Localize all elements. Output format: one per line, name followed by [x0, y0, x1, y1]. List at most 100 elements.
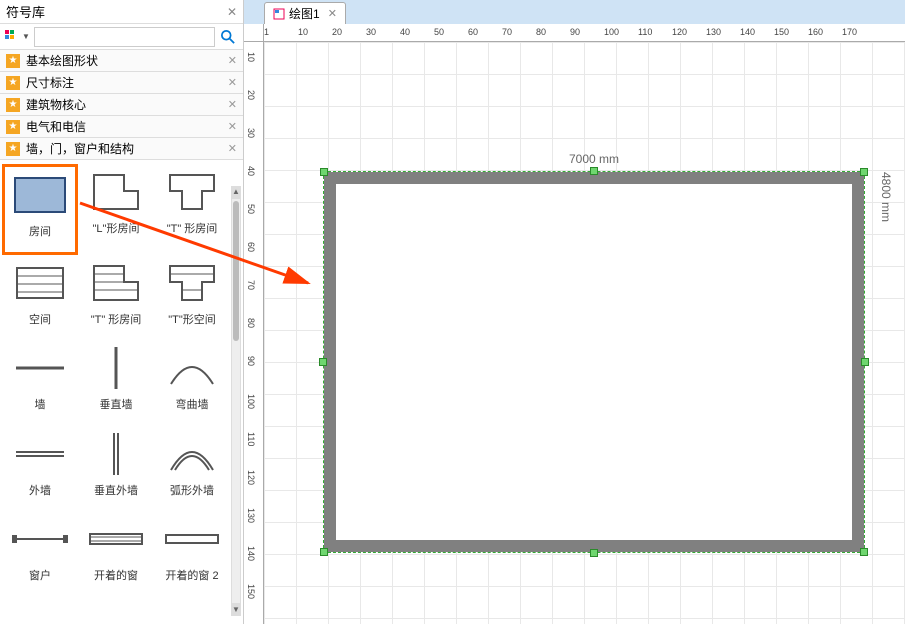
category-row[interactable]: ★ 墙，门，窗户和结构 ✕: [0, 138, 243, 160]
shape-label: "T" 形房间: [167, 220, 218, 236]
ruler-tick: 90: [246, 356, 256, 366]
category-close-icon[interactable]: ✕: [228, 98, 237, 111]
shape-vwall2[interactable]: 垂直外墙: [78, 426, 154, 511]
ruler-tick: 40: [400, 27, 410, 37]
shape-label: 弧形外墙: [170, 482, 214, 498]
ruler-tick: 1: [264, 27, 269, 37]
ruler-tick: 140: [246, 546, 256, 561]
shape-thumb: [9, 344, 71, 392]
ruler-tick: 60: [246, 242, 256, 252]
shape-label: 弯曲墙: [176, 396, 209, 412]
document-icon: [273, 8, 285, 20]
dropdown-icon[interactable]: ▼: [22, 32, 30, 41]
close-icon[interactable]: ✕: [227, 5, 237, 19]
shape-window[interactable]: 窗户: [2, 511, 78, 596]
shape-arc1[interactable]: 弯曲墙: [154, 340, 230, 425]
ruler-tick: 20: [246, 90, 256, 100]
scroll-track[interactable]: [231, 198, 241, 604]
scroll-up-icon[interactable]: ▲: [231, 186, 241, 198]
ruler-tick: 110: [638, 27, 652, 37]
canvas[interactable]: 7000 mm 4800 mm: [264, 42, 905, 624]
category-row[interactable]: ★ 基本绘图形状 ✕: [0, 50, 243, 72]
tab-close-icon[interactable]: ✕: [328, 7, 337, 20]
shape-hspace[interactable]: 空间: [2, 255, 78, 340]
ruler-tick: 80: [246, 318, 256, 328]
search-bar: ▼: [0, 24, 243, 50]
search-input[interactable]: [34, 27, 215, 47]
ruler-tick: 100: [246, 394, 256, 409]
category-row[interactable]: ★ 电气和电信 ✕: [0, 116, 243, 138]
ruler-tick: 50: [434, 27, 444, 37]
scrollbar[interactable]: ▲ ▼: [229, 186, 241, 616]
ruler-tick: 120: [672, 27, 687, 37]
shape-label: 外墙: [29, 482, 51, 498]
shape-tspace2[interactable]: "T"形空间: [154, 255, 230, 340]
shape-owindow[interactable]: 开着的窗: [78, 511, 154, 596]
shape-rect[interactable]: 房间: [2, 164, 78, 255]
shape-thumb: [85, 515, 147, 563]
shape-thumb: [85, 168, 147, 216]
shape-thumb: [85, 344, 147, 392]
ruler-tick: 110: [246, 432, 256, 446]
ruler-tick: 100: [604, 27, 619, 37]
shape-owindow2[interactable]: 开着的窗 2: [154, 511, 230, 596]
category-close-icon[interactable]: ✕: [228, 76, 237, 89]
category-close-icon[interactable]: ✕: [228, 54, 237, 67]
category-row[interactable]: ★ 建筑物核心 ✕: [0, 94, 243, 116]
shapes-grid: 房间 "L"形房间 "T" 形房间 空间 "T" 形房间 "T"形空间 墙 垂直…: [0, 160, 243, 600]
shape-label: 垂直外墙: [94, 482, 138, 498]
shape-thumb: [161, 344, 223, 392]
shape-label: 垂直墙: [100, 396, 133, 412]
shape-thumb: [9, 515, 71, 563]
room-shape[interactable]: [324, 172, 864, 552]
resize-handle-t[interactable]: [590, 167, 598, 175]
shape-hwall[interactable]: 墙: [2, 340, 78, 425]
shape-arc2[interactable]: 弧形外墙: [154, 426, 230, 511]
resize-handle-br[interactable]: [860, 548, 868, 556]
canvas-area: 绘图1 ✕ 1102030405060708090100110120130140…: [244, 0, 905, 624]
shape-thumb: [85, 259, 147, 307]
category-close-icon[interactable]: ✕: [228, 142, 237, 155]
folder-icon: ★: [6, 54, 20, 68]
search-icon[interactable]: [217, 26, 239, 48]
shape-vwall[interactable]: 垂直墙: [78, 340, 154, 425]
panel-title: 符号库: [6, 2, 45, 21]
ruler-tick: 70: [246, 280, 256, 290]
resize-handle-tr[interactable]: [860, 168, 868, 176]
shape-lroom[interactable]: "L"形房间: [78, 164, 154, 255]
folder-icon: ★: [6, 98, 20, 112]
library-icon[interactable]: [4, 29, 20, 45]
ruler-tick: 10: [246, 52, 256, 62]
ruler-tick: 150: [774, 27, 789, 37]
scroll-down-icon[interactable]: ▼: [231, 604, 241, 616]
category-label: 建筑物核心: [26, 96, 228, 113]
shape-tspace[interactable]: "T" 形房间: [78, 255, 154, 340]
ruler-horizontal[interactable]: 1102030405060708090100110120130140150160…: [264, 24, 905, 42]
shape-label: "L"形房间: [93, 220, 140, 236]
ruler-vertical[interactable]: 102030405060708090100110120130140150: [244, 42, 264, 624]
folder-icon: ★: [6, 142, 20, 156]
resize-handle-bl[interactable]: [320, 548, 328, 556]
shape-thumb: [161, 168, 223, 216]
resize-handle-r[interactable]: [861, 358, 869, 366]
category-row[interactable]: ★ 尺寸标注 ✕: [0, 72, 243, 94]
ruler-tick: 10: [298, 27, 308, 37]
shape-hwall2[interactable]: 外墙: [2, 426, 78, 511]
resize-handle-tl[interactable]: [320, 168, 328, 176]
scroll-thumb[interactable]: [233, 201, 239, 341]
shape-label: 墙: [35, 396, 46, 412]
ruler-tick: 170: [842, 27, 857, 37]
ruler-tick: 90: [570, 27, 580, 37]
ruler-tick: 40: [246, 166, 256, 176]
shape-troom[interactable]: "T" 形房间: [154, 164, 230, 255]
category-label: 尺寸标注: [26, 74, 228, 91]
resize-handle-b[interactable]: [590, 549, 598, 557]
resize-handle-l[interactable]: [319, 358, 327, 366]
ruler-tick: 130: [706, 27, 721, 37]
tab-drawing1[interactable]: 绘图1 ✕: [264, 2, 346, 24]
selection-border: [323, 171, 865, 553]
shape-thumb: [161, 259, 223, 307]
ruler-tick: 30: [366, 27, 376, 37]
shape-label: 空间: [29, 311, 51, 327]
category-close-icon[interactable]: ✕: [228, 120, 237, 133]
